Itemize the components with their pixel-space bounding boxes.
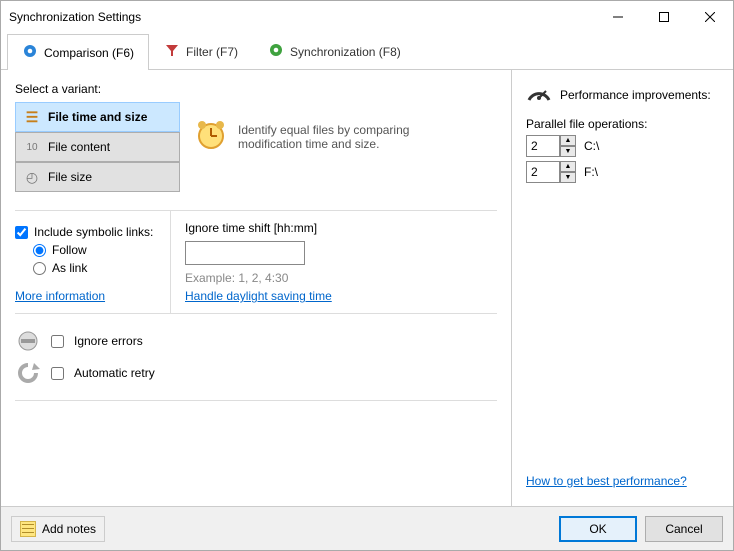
auto-retry-label: Automatic retry — [74, 366, 155, 380]
tab-bar: Comparison (F6) Filter (F7) Synchronizat… — [1, 33, 733, 70]
retry-icon — [15, 360, 41, 386]
binary-icon: 10 — [24, 139, 40, 155]
spinner-down-c[interactable]: ▼ — [560, 146, 576, 157]
best-performance-link[interactable]: How to get best performance? — [526, 474, 687, 488]
maximize-icon — [659, 12, 669, 22]
variant-file-size[interactable]: ◴ File size — [15, 162, 180, 192]
window-title: Synchronization Settings — [9, 10, 595, 24]
gear-blue-icon — [22, 43, 38, 62]
time-shift-input[interactable] — [185, 241, 305, 265]
clock-icon — [194, 118, 228, 155]
tab-filter[interactable]: Filter (F7) — [149, 33, 253, 69]
size-icon: ◴ — [24, 169, 40, 185]
spinner-up-f[interactable]: ▲ — [560, 161, 576, 172]
variant-content-label: File content — [48, 140, 110, 154]
as-link-radio[interactable] — [33, 262, 46, 275]
include-symlinks-checkbox[interactable] — [15, 226, 28, 239]
tab-sync[interactable]: Synchronization (F8) — [253, 33, 416, 69]
footer: Add notes OK Cancel — [1, 506, 733, 550]
parallel-value-f[interactable] — [526, 161, 560, 183]
variant-file-time-size[interactable]: ☰ File time and size — [15, 102, 180, 132]
more-information-link[interactable]: More information — [15, 289, 105, 303]
as-link-label: As link — [52, 261, 87, 275]
tab-comparison-label: Comparison (F6) — [44, 46, 134, 60]
handle-dst-link[interactable]: Handle daylight saving time — [185, 289, 332, 303]
drive-label-f: F:\ — [584, 165, 598, 179]
auto-retry-checkbox[interactable] — [51, 367, 64, 380]
add-notes-label: Add notes — [42, 522, 96, 536]
cancel-button[interactable]: Cancel — [645, 516, 723, 542]
close-button[interactable] — [687, 2, 733, 32]
ignore-time-shift-label: Ignore time shift [hh:mm] — [185, 221, 332, 235]
tab-filter-label: Filter (F7) — [186, 45, 238, 59]
variant-time-label: File time and size — [48, 110, 147, 124]
select-variant-label: Select a variant: — [15, 82, 497, 96]
add-notes-button[interactable]: Add notes — [11, 516, 105, 542]
note-icon — [20, 521, 36, 537]
variant-file-content[interactable]: 10 File content — [15, 132, 180, 162]
perf-title: Performance improvements: — [560, 88, 711, 102]
maximize-button[interactable] — [641, 2, 687, 32]
follow-radio[interactable] — [33, 244, 46, 257]
spinner-down-f[interactable]: ▼ — [560, 172, 576, 183]
time-shift-example: Example: 1, 2, 4:30 — [185, 271, 332, 285]
ok-button[interactable]: OK — [559, 516, 637, 542]
drive-label-c: C:\ — [584, 139, 599, 153]
titlebar: Synchronization Settings — [1, 1, 733, 33]
ignore-errors-label: Ignore errors — [74, 334, 143, 348]
variant-description: Identify equal files by comparing modifi… — [238, 123, 464, 151]
gauge-icon — [526, 82, 552, 107]
close-icon — [705, 12, 715, 22]
minimize-icon — [613, 12, 623, 22]
funnel-icon — [164, 42, 180, 61]
minimize-button[interactable] — [595, 2, 641, 32]
variant-size-label: File size — [48, 170, 92, 184]
parallel-value-c[interactable] — [526, 135, 560, 157]
list-icon: ☰ — [24, 109, 40, 125]
gear-green-icon — [268, 42, 284, 61]
tab-comparison[interactable]: Comparison (F6) — [7, 34, 149, 70]
ignore-errors-icon — [15, 328, 41, 354]
include-symlinks-label: Include symbolic links: — [34, 225, 153, 239]
parallel-ops-label: Parallel file operations: — [526, 117, 719, 131]
tab-sync-label: Synchronization (F8) — [290, 45, 401, 59]
follow-label: Follow — [52, 243, 87, 257]
ignore-errors-checkbox[interactable] — [51, 335, 64, 348]
spinner-up-c[interactable]: ▲ — [560, 135, 576, 146]
